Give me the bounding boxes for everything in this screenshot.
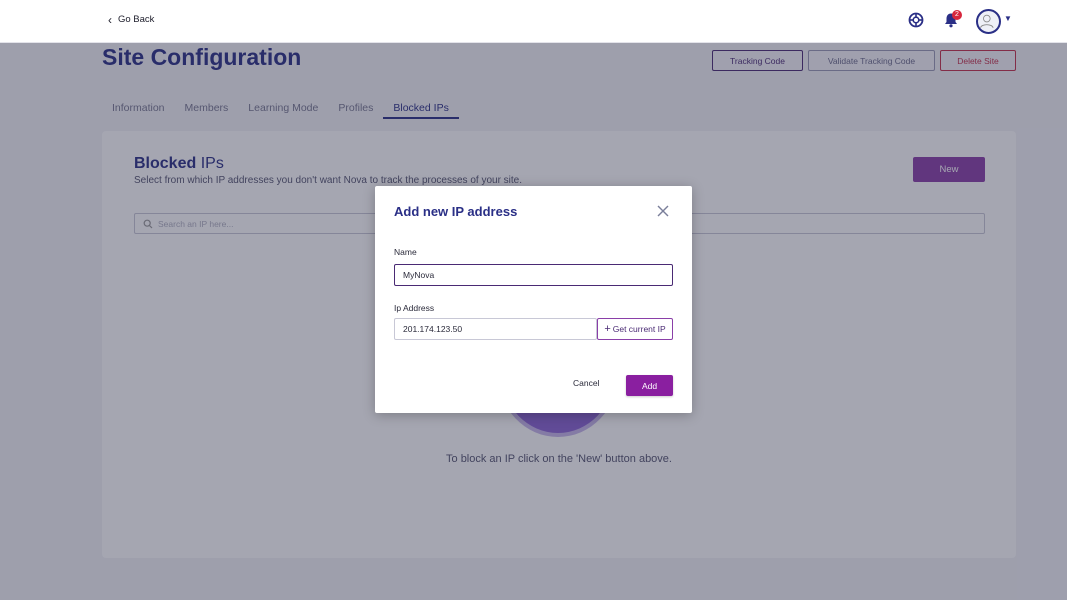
help-lifebuoy-icon[interactable] — [907, 11, 925, 29]
add-ip-modal: Add new IP address Name Ip Address + Get… — [375, 186, 692, 413]
chevron-left-icon: ‹ — [108, 12, 112, 27]
get-current-ip-button[interactable]: + Get current IP — [597, 318, 673, 340]
caret-down-icon[interactable]: ▼ — [1004, 14, 1012, 23]
user-avatar-icon — [980, 14, 994, 28]
close-icon[interactable] — [655, 203, 671, 219]
top-bar: ‹ Go Back 2 ▼ — [0, 0, 1067, 43]
name-label: Name — [394, 247, 417, 257]
plus-icon: + — [604, 323, 611, 335]
go-back-label: Go Back — [118, 14, 155, 25]
modal-title: Add new IP address — [394, 204, 518, 219]
add-button[interactable]: Add — [626, 375, 673, 396]
ip-address-label: Ip Address — [394, 303, 435, 313]
name-input[interactable] — [394, 264, 673, 286]
go-back-button[interactable]: ‹ Go Back — [108, 12, 155, 27]
get-current-ip-label: Get current IP — [612, 324, 666, 334]
avatar[interactable] — [976, 9, 1001, 34]
cancel-button[interactable]: Cancel — [573, 378, 599, 388]
notification-badge: 2 — [952, 10, 962, 20]
ip-address-input[interactable] — [394, 318, 597, 340]
